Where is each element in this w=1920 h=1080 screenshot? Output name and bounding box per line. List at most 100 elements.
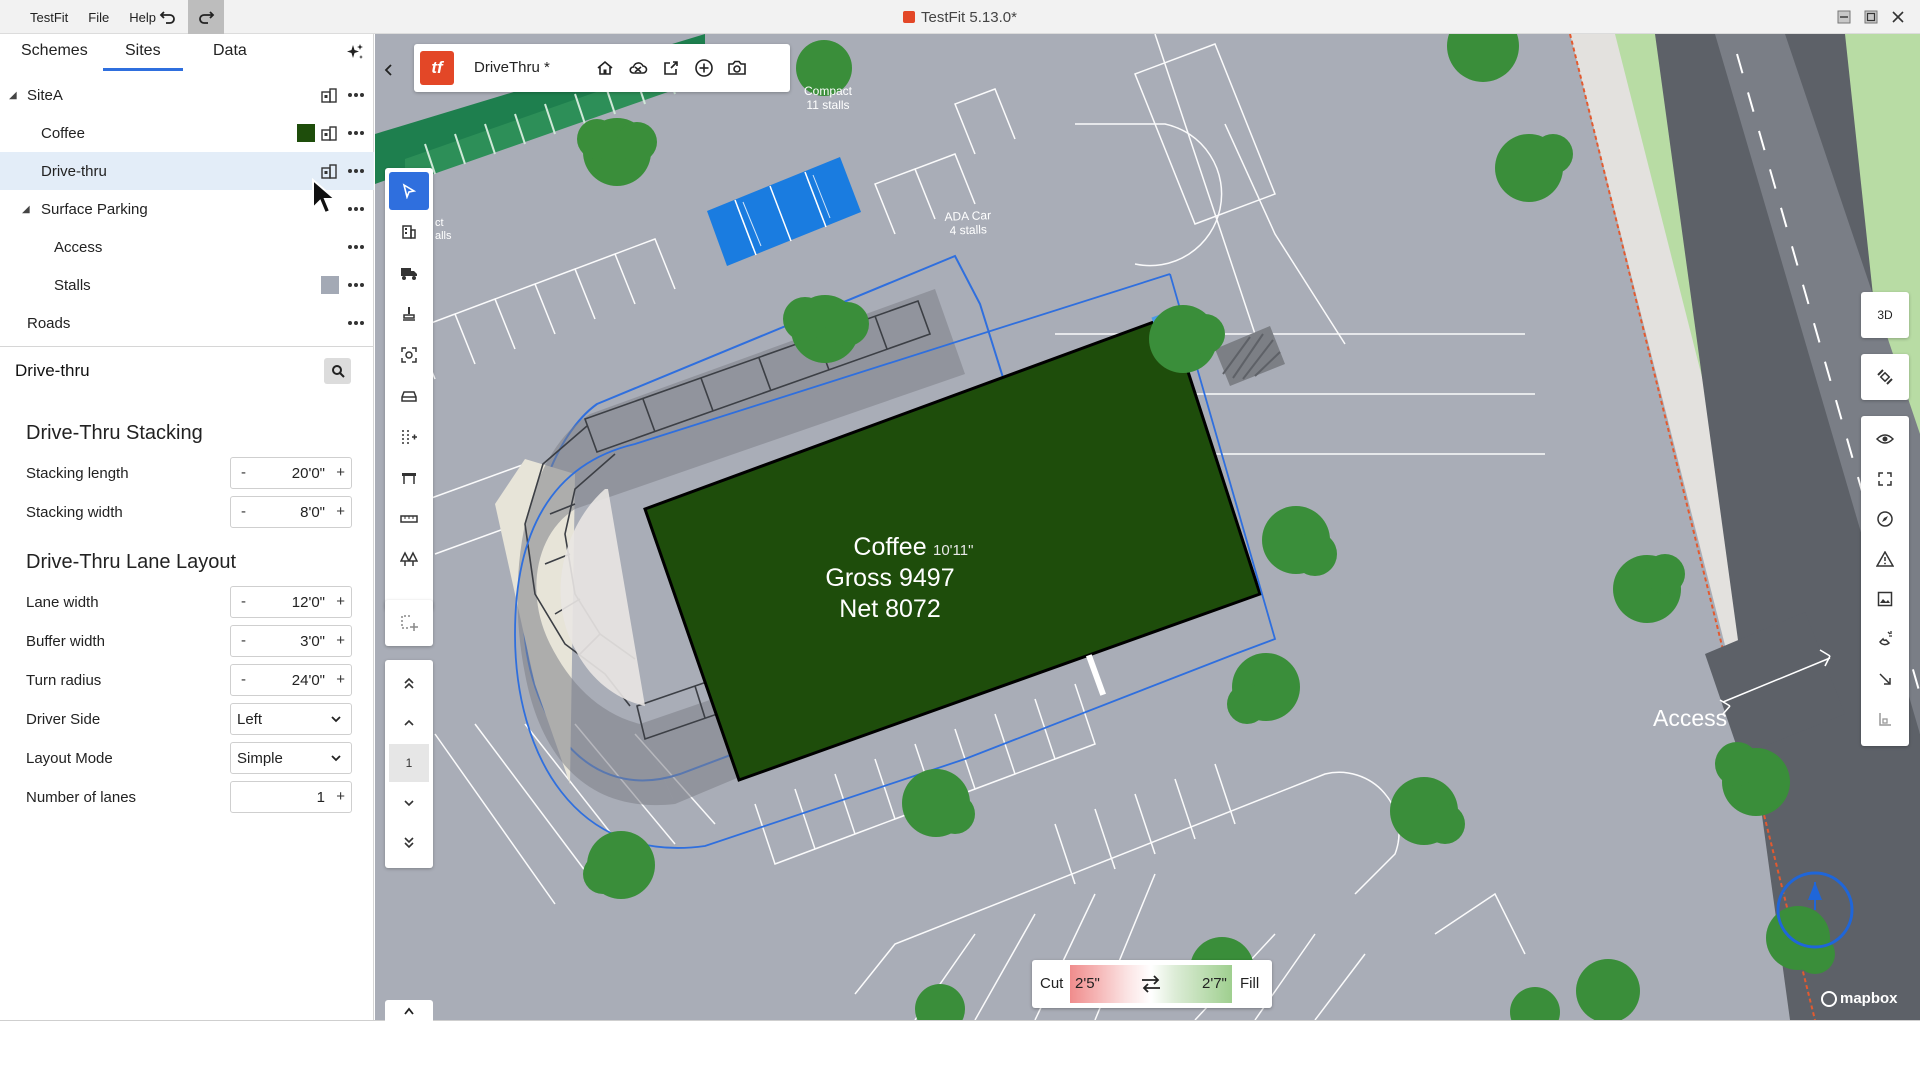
- decrement-button[interactable]: -: [241, 671, 246, 688]
- expand-caret-icon[interactable]: ◢: [22, 204, 30, 215]
- snap-button[interactable]: [1865, 620, 1905, 658]
- magic-wand-button[interactable]: [344, 42, 366, 69]
- add-area-button[interactable]: [389, 604, 429, 642]
- view-3d-button[interactable]: 3D: [1865, 296, 1905, 334]
- parking-tool-button[interactable]: [389, 377, 429, 415]
- expand-caret-icon[interactable]: ◢: [9, 90, 17, 101]
- more-options-icon[interactable]: [346, 313, 366, 333]
- document-name[interactable]: DriveThru *: [474, 59, 550, 76]
- stepper-value[interactable]: 1: [317, 789, 325, 806]
- decrement-button[interactable]: -: [241, 503, 246, 520]
- tree-item-coffee[interactable]: Coffee: [0, 114, 374, 152]
- image-overlay-button[interactable]: [1865, 580, 1905, 618]
- more-options-icon[interactable]: [346, 275, 366, 295]
- collapse-panel-button[interactable]: [378, 56, 400, 84]
- fill-value[interactable]: 2'7": [1202, 975, 1227, 992]
- lane-width-stepper[interactable]: - 12'0" +: [230, 586, 352, 618]
- tree-item-sitea[interactable]: ◢ SiteA: [0, 76, 374, 114]
- stepper-value[interactable]: 24'0": [292, 672, 325, 689]
- cloud-sync-button[interactable]: [626, 56, 650, 80]
- tree-item-stalls[interactable]: Stalls: [0, 266, 374, 304]
- truck-tool-button[interactable]: [389, 254, 429, 292]
- color-swatch[interactable]: [297, 124, 315, 142]
- compass-button[interactable]: [1865, 500, 1905, 538]
- turn-radius-stepper[interactable]: - 24'0" +: [230, 664, 352, 696]
- increment-button[interactable]: +: [336, 503, 345, 520]
- decrement-button[interactable]: -: [241, 593, 246, 610]
- building-tool-button[interactable]: [389, 213, 429, 251]
- select-tool-button[interactable]: [389, 172, 429, 210]
- view-tools-palette: [1861, 416, 1909, 746]
- tree-item-roads[interactable]: Roads: [0, 304, 374, 342]
- number-of-lanes-stepper[interactable]: 1 +: [230, 781, 352, 813]
- site-plan[interactable]: [375, 34, 1920, 1020]
- more-options-icon[interactable]: [346, 123, 366, 143]
- trees-tool-button[interactable]: [389, 541, 429, 579]
- stacking-length-stepper[interactable]: - 20'0" +: [230, 457, 352, 489]
- increment-button[interactable]: +: [336, 671, 345, 688]
- mapbox-attribution[interactable]: mapbox: [1821, 990, 1898, 1007]
- swap-icon[interactable]: [1140, 974, 1162, 994]
- color-swatch[interactable]: [321, 276, 339, 294]
- warnings-button[interactable]: [1865, 540, 1905, 578]
- drive-thru-tool-button[interactable]: [389, 295, 429, 333]
- more-options-icon[interactable]: [346, 161, 366, 181]
- level-down-button[interactable]: [389, 784, 429, 822]
- menu-file[interactable]: File: [78, 10, 119, 25]
- add-button[interactable]: [692, 56, 716, 80]
- stepper-value[interactable]: 12'0": [292, 594, 325, 611]
- increment-button[interactable]: +: [336, 788, 345, 805]
- map-canvas[interactable]: Coffee Gross 9497 Net 8072 10'11" ADA Ca…: [375, 34, 1920, 1020]
- menu-testfit[interactable]: TestFit: [20, 10, 78, 25]
- decrement-button[interactable]: -: [241, 632, 246, 649]
- building-icon[interactable]: [320, 86, 338, 104]
- measure-tool-button[interactable]: [389, 500, 429, 538]
- level-up-button[interactable]: [389, 704, 429, 742]
- search-button[interactable]: [324, 358, 351, 384]
- amenity-tool-button[interactable]: [389, 336, 429, 374]
- access-label: Access: [1653, 705, 1728, 731]
- canopy-tool-button[interactable]: [389, 459, 429, 497]
- close-window-button[interactable]: [1883, 0, 1913, 34]
- minimize-button[interactable]: [1829, 0, 1859, 34]
- top-level-button[interactable]: [389, 664, 429, 702]
- home-button[interactable]: [593, 56, 617, 80]
- buffer-width-stepper[interactable]: - 3'0" +: [230, 625, 352, 657]
- decrement-button[interactable]: -: [241, 464, 246, 481]
- cut-fill-widget[interactable]: Cut 2'5" 2'7" Fill: [1032, 960, 1272, 1008]
- increment-button[interactable]: +: [336, 464, 345, 481]
- stepper-value[interactable]: 3'0": [300, 633, 325, 650]
- stacking-width-stepper[interactable]: - 8'0" +: [230, 496, 352, 528]
- increment-button[interactable]: +: [336, 593, 345, 610]
- visibility-button[interactable]: [1865, 420, 1905, 458]
- export-button[interactable]: [659, 56, 683, 80]
- tree-item-access[interactable]: Access: [0, 228, 374, 266]
- share-icon: [664, 61, 678, 75]
- grade-tool-button[interactable]: [1865, 700, 1905, 738]
- tab-sites[interactable]: Sites: [125, 42, 161, 60]
- undo-button[interactable]: [150, 0, 186, 34]
- tab-schemes[interactable]: Schemes: [21, 42, 88, 60]
- stalls-tool-button[interactable]: [389, 418, 429, 456]
- redo-button[interactable]: [188, 0, 224, 34]
- building-icon[interactable]: [320, 124, 338, 142]
- more-options-icon[interactable]: [346, 237, 366, 257]
- expand-bottom-panel-button[interactable]: [385, 1000, 433, 1022]
- more-options-icon[interactable]: [346, 85, 366, 105]
- driver-side-select[interactable]: Left: [230, 703, 352, 735]
- layout-mode-select[interactable]: Simple: [230, 742, 352, 774]
- satellite-button[interactable]: [1865, 358, 1905, 396]
- fit-view-button[interactable]: [1865, 460, 1905, 498]
- dimension-tool-button[interactable]: [1865, 660, 1905, 698]
- more-options-icon[interactable]: [346, 199, 366, 219]
- increment-button[interactable]: +: [336, 632, 345, 649]
- cut-value[interactable]: 2'5": [1075, 975, 1100, 992]
- maximize-button[interactable]: [1856, 0, 1886, 34]
- tab-data[interactable]: Data: [213, 42, 247, 60]
- testfit-logo[interactable]: tf: [420, 51, 454, 85]
- bottom-level-button[interactable]: [389, 824, 429, 862]
- screenshot-button[interactable]: [725, 56, 749, 80]
- current-level[interactable]: 1: [389, 744, 429, 782]
- stepper-value[interactable]: 20'0": [292, 465, 325, 482]
- stepper-value[interactable]: 8'0": [300, 504, 325, 521]
